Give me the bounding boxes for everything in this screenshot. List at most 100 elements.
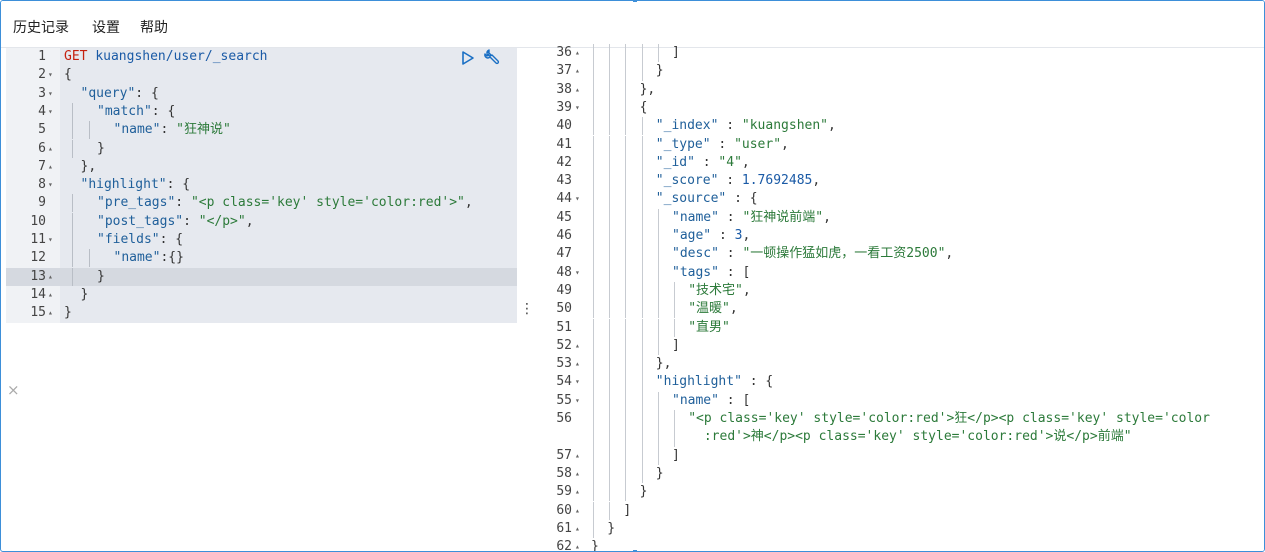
code-text: "name" : "狂神说前端", (672, 209, 831, 225)
indent-guide (625, 98, 627, 118)
resize-handle-top[interactable] (633, 1, 637, 2)
response-line: 60 ▴] (533, 501, 1264, 520)
fold-open-icon[interactable]: ▾ (48, 66, 53, 84)
fold-close-icon[interactable]: ▴ (575, 62, 580, 80)
indent-guide (593, 172, 594, 191)
request-line[interactable]: 13 ▴} (6, 267, 517, 286)
fold-close-icon[interactable]: ▴ (575, 465, 580, 483)
request-line[interactable]: 2 ▾ { (6, 66, 517, 84)
code-text: } (97, 268, 105, 284)
indent-guide (641, 391, 643, 410)
code-text: "_id" : "4", (655, 154, 750, 170)
code-text: ] (672, 45, 680, 60)
response-line: 46 "age" : 3, (533, 227, 1264, 246)
request-line[interactable]: 14 ▴} (6, 286, 517, 304)
fold-close-icon[interactable]: ▴ (48, 158, 53, 176)
menu-help[interactable]: 帮助 (140, 17, 168, 37)
code-text: } (591, 539, 599, 552)
indent-guide (609, 281, 611, 301)
indent-guide (609, 446, 611, 465)
fold-close-icon[interactable]: ▴ (575, 447, 580, 465)
indent-guide (593, 483, 594, 502)
indent-guide (609, 483, 611, 502)
menu-history[interactable]: 历史记录 (13, 17, 69, 37)
request-line[interactable]: 4 ▾ "match": { (6, 102, 517, 121)
fold-open-icon[interactable]: ▾ (575, 392, 580, 410)
fold-close-icon[interactable]: ▴ (575, 483, 580, 501)
code-text: "_index" : "kuangshen", (655, 118, 836, 134)
indent-guide (625, 428, 627, 447)
request-line[interactable]: 8 ▾ "highlight": { (6, 176, 517, 194)
indent-guide (657, 227, 659, 246)
fold-open-icon[interactable]: ▾ (575, 264, 580, 282)
indent-guide (625, 135, 627, 154)
fold-open-icon[interactable]: ▾ (48, 103, 53, 121)
indent-guide (625, 153, 627, 173)
indent-guide (593, 373, 594, 392)
code-text: "name": "狂神说" (113, 122, 231, 138)
request-line[interactable]: 9 "pre_tags": "<p class='key' style='colo… (6, 194, 517, 213)
request-line[interactable]: 6 ▴} (6, 139, 517, 158)
fold-close-icon[interactable]: ▴ (575, 538, 580, 551)
code-text: "query": { (80, 85, 159, 101)
splitter-dots-icon[interactable]: ⋮ (520, 301, 534, 317)
indent-guide (641, 464, 643, 484)
fold-open-icon[interactable]: ▾ (48, 85, 53, 103)
indent-guide (593, 391, 594, 410)
code-text: } (64, 305, 72, 321)
fold-close-icon[interactable]: ▴ (575, 44, 580, 62)
indent-guide (657, 208, 659, 227)
fold-open-icon[interactable]: ▾ (575, 373, 580, 391)
fold-close-icon[interactable]: ▴ (48, 286, 53, 304)
response-line: 61 ▴} (533, 519, 1264, 539)
indent-guide (593, 245, 594, 264)
request-line[interactable]: 1 GET kuangshen/user/_search (6, 48, 517, 66)
code-text: "_score" : 1.7692485, (655, 173, 821, 189)
request-line[interactable]: 15 ▴} (6, 304, 517, 322)
fold-close-icon[interactable]: ▴ (575, 355, 580, 373)
request-line[interactable]: 11 ▾ "fields": { (6, 231, 517, 249)
indent-guide (72, 212, 73, 231)
line-number: 40 (556, 118, 572, 134)
fold-close-icon[interactable]: ▴ (575, 81, 580, 99)
fold-close-icon[interactable]: ▴ (575, 520, 580, 538)
indent-guide (641, 172, 643, 191)
fold-open-icon[interactable]: ▾ (48, 176, 53, 194)
request-line[interactable]: 7 ▴}, (6, 158, 517, 176)
fold-close-icon[interactable]: ▴ (48, 268, 53, 286)
response-line: 44 ▾ "_source" : { (533, 190, 1264, 209)
line-number: 55 (556, 392, 572, 408)
fold-open-icon[interactable]: ▾ (575, 190, 580, 208)
code-text: "post_tags": "</p>", (97, 213, 254, 229)
indent-guide (657, 391, 659, 410)
menu-settings[interactable]: 设置 (92, 17, 120, 37)
response-line: 57 ▴] (533, 446, 1264, 465)
fold-open-icon[interactable]: ▾ (575, 99, 580, 117)
line-number: 45 (556, 209, 572, 225)
indent-guide (657, 245, 659, 264)
response-line: 39 ▾ { (533, 98, 1264, 118)
indent-guide (609, 227, 611, 246)
fold-close-icon[interactable]: ▴ (575, 502, 580, 520)
request-line[interactable]: 12 "name":{} (6, 249, 517, 268)
line-number: 54 (556, 374, 572, 390)
request-line[interactable]: 3 ▾ "query": { (6, 85, 517, 103)
code-text: "技术宅", (688, 282, 751, 298)
indent-guide (641, 135, 643, 154)
fold-open-icon[interactable]: ▾ (48, 231, 53, 249)
fold-close-icon[interactable]: ▴ (48, 304, 53, 322)
request-line[interactable]: 10 "post_tags": "</p>", (6, 212, 517, 231)
fold-close-icon[interactable]: ▴ (48, 140, 53, 158)
line-number: 11 (30, 232, 46, 247)
request-line[interactable]: 5 "name": "狂神说" (6, 121, 517, 140)
indent-guide (625, 355, 627, 374)
fold-close-icon[interactable]: ▴ (575, 337, 580, 355)
pane-splitter[interactable] (517, 48, 533, 551)
indent-guide (641, 245, 643, 264)
close-icon[interactable]: × (7, 381, 20, 399)
app-frame: 历史记录 设置 帮助 1 GET kuangshen/user/_search 2 ▾… (0, 0, 1265, 552)
line-number: 59 (556, 484, 572, 500)
request-editor[interactable]: 1 GET kuangshen/user/_search 2 ▾{3 ▾ "query":… (6, 48, 517, 551)
line-number: 51 (556, 319, 572, 335)
line-number: 49 (556, 282, 572, 298)
